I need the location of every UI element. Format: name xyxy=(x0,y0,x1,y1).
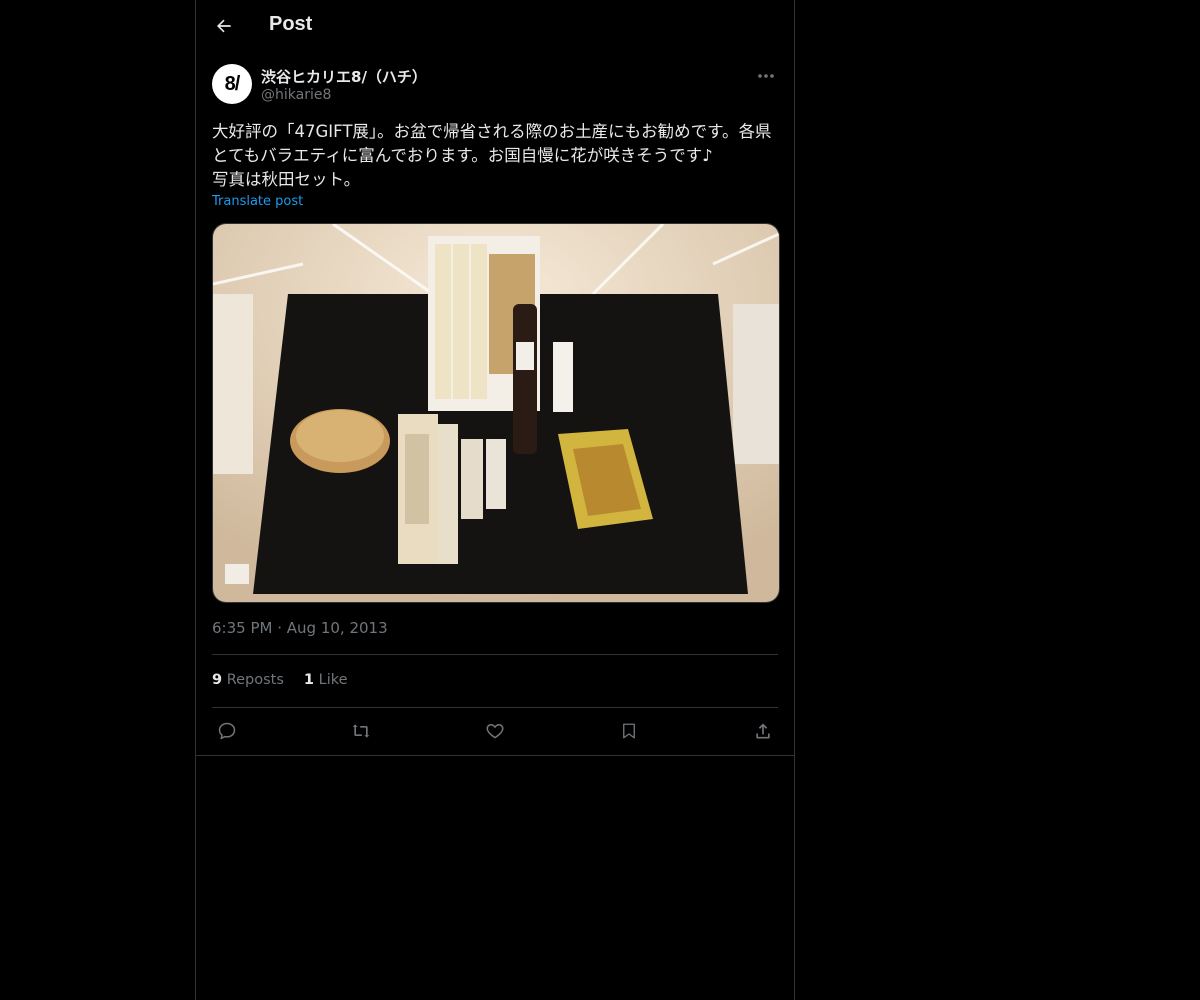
avatar-logo-text: 8/ xyxy=(224,72,241,95)
repost-button[interactable] xyxy=(346,716,376,746)
post-date: Aug 10, 2013 xyxy=(286,619,388,637)
reply-icon xyxy=(218,722,236,740)
author-display-name[interactable]: 渋谷ヒカリエ8/（ハチ） xyxy=(261,66,427,87)
heart-icon xyxy=(486,724,504,739)
more-button[interactable] xyxy=(754,66,778,86)
post-bottom-border xyxy=(196,755,794,756)
action-bar xyxy=(212,716,778,746)
like-button[interactable] xyxy=(480,716,510,746)
page-title: Post xyxy=(269,13,313,35)
share-button[interactable] xyxy=(748,716,778,746)
avatar[interactable]: 8/ xyxy=(212,64,252,104)
reposts-count: 9 xyxy=(212,672,223,688)
timestamp-separator: · xyxy=(272,619,287,637)
reposts-stat[interactable]: 9 Reposts xyxy=(212,672,284,688)
post-timestamp[interactable]: 6:35 PM · Aug 10, 2013 xyxy=(212,619,388,637)
gift-set-photo xyxy=(213,224,779,602)
repost-icon xyxy=(352,724,370,738)
divider xyxy=(212,654,778,655)
more-horizontal-icon xyxy=(758,74,774,78)
share-icon xyxy=(756,723,770,739)
post-column: Post 8/ 渋谷ヒカリエ8/（ハチ） @hikarie8 大好評の「47GI… xyxy=(195,0,795,1000)
bookmark-icon xyxy=(623,723,635,739)
bookmark-button[interactable] xyxy=(614,716,644,746)
likes-count: 1 xyxy=(303,672,315,688)
translate-post-link[interactable]: Translate post xyxy=(212,194,303,209)
likes-stat[interactable]: 1 Like xyxy=(304,672,348,688)
reply-button[interactable] xyxy=(212,716,242,746)
back-button[interactable] xyxy=(206,8,242,44)
reposts-label: Reposts xyxy=(226,672,284,688)
post-text: 大好評の「47GIFT展」。お盆で帰省される際のお土産にもお勧めです。各県とても… xyxy=(212,122,772,189)
author-handle[interactable]: @hikarie8 xyxy=(261,87,331,103)
post-header: Post xyxy=(196,0,794,53)
engagement-stats: 9 Reposts 1 Like xyxy=(212,672,348,688)
likes-label: Like xyxy=(318,672,348,688)
post-photo[interactable] xyxy=(212,223,780,603)
post-time: 6:35 PM xyxy=(212,619,273,637)
divider xyxy=(212,707,778,708)
arrow-left-icon xyxy=(217,19,231,33)
